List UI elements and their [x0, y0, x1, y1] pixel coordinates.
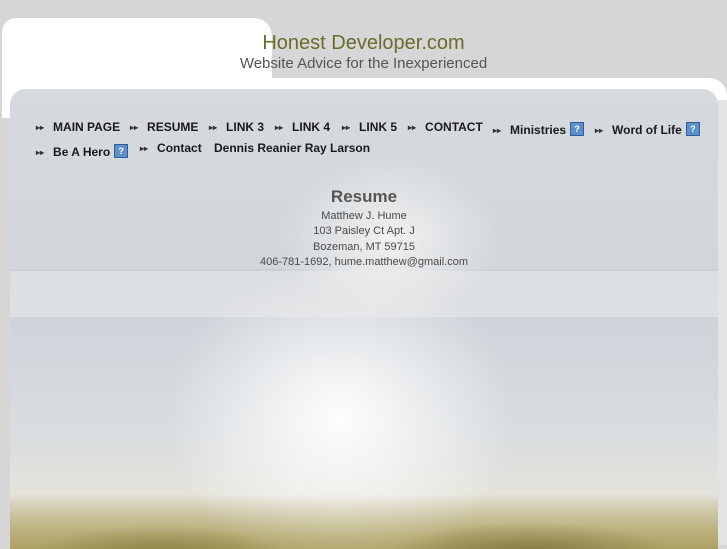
nav-item-label[interactable]: Ministries: [510, 123, 566, 137]
site-subtitle: Website Advice for the Inexperienced: [239, 55, 488, 72]
arrow-bullet-icon: ▸▸: [130, 123, 139, 132]
arrow-bullet-icon: ▸▸: [275, 123, 284, 132]
nav-item-dennis-larson[interactable]: Dennis Reanier Ray Larson: [214, 141, 370, 155]
arrow-bullet-icon: ▸▸: [36, 123, 45, 132]
nav-item-be-a-hero[interactable]: ▸▸ Be A Hero?: [36, 144, 129, 159]
nav-item-ministries[interactable]: ▸▸ Ministries?: [493, 122, 585, 137]
nav-item-label[interactable]: Dennis Reanier Ray Larson: [214, 141, 370, 155]
nav-item-label[interactable]: Be A Hero: [53, 145, 110, 159]
nav-item-contact[interactable]: ▸▸ CONTACT: [408, 120, 483, 134]
arrow-bullet-icon: ▸▸: [493, 126, 502, 135]
nav-item-label[interactable]: LINK 4: [292, 120, 330, 134]
nav-item-label[interactable]: Word of Life: [612, 123, 682, 137]
nav-item-label[interactable]: CONTACT: [425, 120, 483, 134]
help-icon[interactable]: ?: [685, 122, 700, 136]
help-icon[interactable]: ?: [114, 144, 129, 158]
nav-item-link-3[interactable]: ▸▸ LINK 3: [209, 120, 264, 134]
nav-item-link-5[interactable]: ▸▸ LINK 5: [342, 120, 397, 134]
nav-item-label[interactable]: LINK 3: [226, 120, 264, 134]
arrow-bullet-icon: ▸▸: [209, 123, 218, 132]
right-gutter: [718, 100, 727, 545]
nav-item-resume[interactable]: ▸▸ RESUME: [130, 120, 198, 134]
nav-item-label[interactable]: RESUME: [147, 120, 198, 134]
grass-background: [10, 494, 718, 549]
resume-address-line-2: Bozeman, MT 59715: [313, 241, 415, 253]
site-title[interactable]: Honest Developer.com: [0, 32, 727, 55]
nav-item-contact-2[interactable]: ▸▸ Contact: [140, 141, 202, 155]
resume-address-line-1: 103 Paisley Ct Apt. J: [313, 225, 415, 237]
arrow-bullet-icon: ▸▸: [408, 123, 417, 132]
arrow-bullet-icon: ▸▸: [595, 126, 604, 135]
help-icon[interactable]: ?: [570, 122, 585, 136]
resume-contact: 406-781-1692, hume.matthew@gmail.com: [259, 256, 469, 268]
nav-item-label[interactable]: LINK 5: [359, 120, 397, 134]
nav-item-main-page[interactable]: ▸▸ MAIN PAGE: [36, 120, 120, 134]
arrow-bullet-icon: ▸▸: [342, 123, 351, 132]
nav-item-word-of-life[interactable]: ▸▸ Word of Life?: [595, 122, 700, 137]
nav-item-link-4[interactable]: ▸▸ LINK 4: [275, 120, 330, 134]
panel-band: [10, 271, 718, 317]
nav-item-label[interactable]: MAIN PAGE: [53, 120, 120, 134]
arrow-bullet-icon: ▸▸: [140, 144, 149, 153]
resume-name: Matthew J. Hume: [321, 210, 407, 222]
nav-item-label[interactable]: Contact: [157, 141, 202, 155]
resume-heading: Resume: [330, 187, 398, 206]
arrow-bullet-icon: ▸▸: [36, 148, 45, 157]
